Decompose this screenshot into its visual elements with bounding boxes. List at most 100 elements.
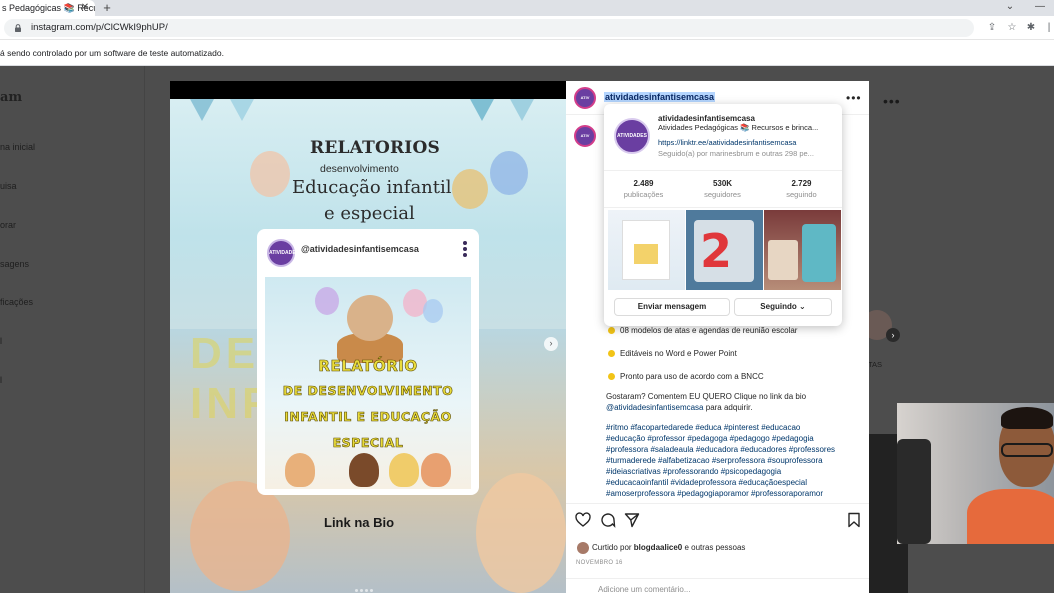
grid-post-preview: [802, 224, 836, 282]
image-title-3: Educação infantil: [292, 177, 452, 198]
balloon: [315, 287, 339, 315]
hashtag-line[interactable]: #educacaoinfantil #vidadeprofessora #edu…: [606, 478, 807, 489]
post-image[interactable]: DE D INFA RELATORIOS desenvolvimento Edu…: [170, 81, 566, 593]
sidebar-item-search[interactable]: uisa: [0, 181, 17, 191]
bullet-icon: [608, 373, 615, 380]
window-edge: |: [1047, 22, 1051, 33]
extensions-icon[interactable]: ✱: [1022, 19, 1040, 37]
child-illustration: [285, 453, 315, 487]
hashtag-line[interactable]: #turmaderede #alfabetizacao #serprofesso…: [606, 456, 823, 467]
webcam-overlay: [897, 403, 1054, 544]
card-title-1: RELATÓRIO: [318, 357, 418, 376]
liked-by-prefix: Curtido por: [592, 543, 634, 552]
instagram-page: am na inicial uisa orar sagens ficações …: [0, 66, 1054, 593]
post-actions: Curtido por blogdaalice0 e outras pessoa…: [566, 503, 869, 593]
tab-list-icon[interactable]: ⌄: [1000, 0, 1020, 16]
balloon: [250, 151, 290, 197]
post-date: NOVEMBRO 16: [576, 560, 623, 566]
liked-by-avatar[interactable]: [577, 542, 589, 554]
baby-illustration: [476, 473, 566, 593]
comment-bar: Adicione um comentário...: [566, 578, 869, 593]
lock-icon: [15, 24, 21, 32]
sidebar-item-home[interactable]: na inicial: [0, 142, 35, 152]
stat-followers: 530K seguidores: [683, 179, 762, 199]
following-button[interactable]: Seguindo ⌄: [734, 298, 832, 316]
image-top-bar: [170, 81, 566, 99]
instagram-logo[interactable]: am: [0, 90, 22, 105]
caption-mention-link[interactable]: @atividadesinfantisemcasa: [606, 403, 704, 412]
hover-bio-link[interactable]: https://linktr.ee/aatividadesinfantisemc…: [658, 138, 796, 147]
url-text: instagram.com/p/ClCWkI9phUP/: [31, 22, 168, 33]
bunting-flag: [230, 99, 254, 121]
chevron-down-icon: ⌄: [798, 302, 806, 311]
background-next-icon: ›: [886, 328, 900, 342]
caption-cta-suffix: para adquirir.: [703, 403, 753, 412]
following-button-label: Seguindo: [760, 302, 797, 311]
minimize-icon[interactable]: —: [1030, 0, 1050, 16]
hashtag-line[interactable]: #ideiascriativas #professorando #psicope…: [606, 467, 781, 478]
share-send-icon[interactable]: [624, 512, 640, 528]
sidebar-item-profile[interactable]: l: [0, 375, 2, 385]
image-title-4: e especial: [324, 203, 415, 224]
card-title-4: ESPECIAL: [332, 435, 404, 451]
card-image: RELATÓRIO DE DESENVOLVIMENTO INFANTIL E …: [265, 277, 471, 489]
sidebar-item-create[interactable]: l: [0, 336, 2, 346]
stat-followers-label: seguidores: [704, 190, 741, 199]
caption-avatar[interactable]: ATIV: [574, 125, 596, 147]
sidebar-item-notifications[interactable]: ficações: [0, 297, 33, 307]
bookmark-star-icon[interactable]: ☆: [1003, 19, 1021, 37]
send-message-button[interactable]: Enviar mensagem: [614, 298, 730, 316]
carousel-next-icon[interactable]: ›: [544, 337, 558, 351]
stat-posts-label: publicações: [623, 190, 664, 199]
url-field[interactable]: instagram.com/p/ClCWkI9phUP/: [4, 19, 974, 37]
card-title-2: DE DESENVOLVIMENTO: [282, 383, 454, 399]
stat-posts-value: 2.489: [633, 179, 654, 188]
hover-username[interactable]: atividadesinfantisemcasa: [658, 114, 755, 123]
hover-grid-post[interactable]: [764, 210, 841, 290]
grid-post-preview: [768, 240, 798, 280]
stat-following-value: 2.729: [791, 179, 812, 188]
new-tab-icon[interactable]: +: [100, 0, 114, 16]
stat-followers-value: 530K: [712, 179, 733, 188]
image-title-2: desenvolvimento: [320, 163, 399, 175]
baby-illustration: [190, 481, 290, 591]
hashtag-line[interactable]: #professora #saladeaula #educadora #educ…: [606, 445, 835, 456]
hover-grid-post[interactable]: [608, 210, 685, 290]
comment-input[interactable]: Adicione um comentário...: [598, 585, 691, 593]
instagram-sidebar: am na inicial uisa orar sagens ficações …: [0, 66, 145, 593]
sidebar-item-explore[interactable]: orar: [0, 220, 16, 230]
more-options-icon[interactable]: •••: [846, 91, 862, 105]
link-na-bio-text: Link na Bio: [324, 515, 395, 530]
hover-avatar[interactable]: ATIVIDADES: [614, 118, 650, 154]
hashtag-line[interactable]: #amoserprofessora #pedagogiaporamor #pro…: [606, 489, 823, 500]
sidebar-item-messages[interactable]: sagens: [0, 259, 29, 269]
address-bar: instagram.com/p/ClCWkI9phUP/ ⇪ ☆ ✱ |: [0, 16, 1054, 40]
comment-icon[interactable]: [600, 512, 616, 528]
liked-by-user[interactable]: blogdaalice0: [634, 543, 682, 552]
author-avatar[interactable]: ATIV: [574, 87, 596, 109]
hashtag-line[interactable]: #ritmo #facopartedarede #educa #pinteres…: [606, 423, 800, 434]
webcam-person-hair: [1001, 407, 1053, 429]
child-illustration: [389, 453, 419, 487]
caption-bullet-text: 08 modelos de atas e agendas de reunião …: [620, 326, 798, 335]
author-username[interactable]: atividadesinfantisemcasa: [604, 92, 716, 102]
grid-number: 2: [700, 224, 733, 278]
tab-close-icon[interactable]: ✕: [79, 0, 91, 16]
bunting-flag: [190, 99, 214, 121]
balloon: [423, 299, 443, 323]
caption-cta-text: Gostaram? Comentem EU QUERO Clique no li…: [606, 392, 807, 401]
bullet-icon: [608, 327, 615, 334]
webcam-person-glasses: [1001, 443, 1053, 457]
like-heart-icon[interactable]: [575, 512, 591, 528]
bunting-flag: [510, 99, 534, 121]
teddy-bear-illustration: [347, 295, 393, 341]
webcam-person-shirt: [967, 489, 1054, 544]
hover-grid-post[interactable]: 2: [686, 210, 763, 290]
hashtag-line[interactable]: #educação #professor #pedagoga #pedagogo…: [606, 434, 814, 445]
hover-followed-by: Seguido(a) por marinesbrum e outras 298 …: [658, 149, 814, 158]
save-bookmark-icon[interactable]: [846, 512, 862, 528]
image-title-1: RELATORIOS: [310, 138, 440, 158]
caption-bullet-text: Pronto para uso de acordo com a BNCC: [620, 372, 764, 381]
liked-by-suffix: e outras pessoas: [682, 543, 746, 552]
share-icon[interactable]: ⇪: [983, 19, 1001, 37]
